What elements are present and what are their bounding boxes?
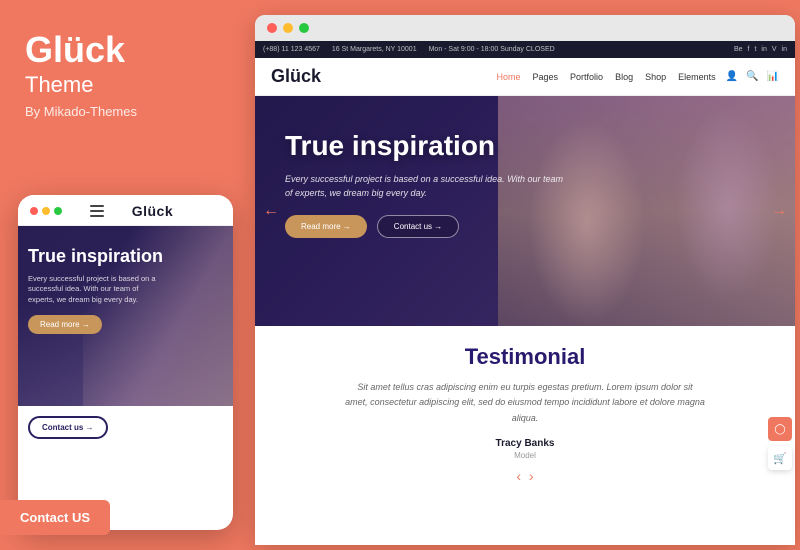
brand-name: Glück <box>25 30 220 70</box>
nav-link-portfolio[interactable]: Portfolio <box>570 72 603 82</box>
social-vimeo[interactable]: V <box>772 46 777 53</box>
hero-buttons: Read more → Contact us → <box>285 215 565 238</box>
testimonial-text: Sit amet tellus cras adipiscing enim eu … <box>345 380 705 426</box>
browser-info-bar: (+88) 11 123 4567 16 St Margarets, NY 10… <box>255 41 795 58</box>
mobile-dot-yellow <box>42 207 50 215</box>
browser-bar-info: (+88) 11 123 4567 16 St Margarets, NY 10… <box>263 46 555 53</box>
mobile-hero-desc: Every successful project is based on a s… <box>28 274 158 306</box>
social-behance[interactable]: Be <box>734 46 743 53</box>
testimonial-section: Testimonial Sit amet tellus cras adipisc… <box>255 326 795 499</box>
nav-link-elements[interactable]: Elements <box>678 72 716 82</box>
address-info: 16 St Margarets, NY 10001 <box>332 46 417 53</box>
nav-link-blog[interactable]: Blog <box>615 72 633 82</box>
hours-info: Mon - Sat 9:00 - 18:00 Sunday CLOSED <box>429 46 555 53</box>
desktop-mockup: (+88) 11 123 4567 16 St Margarets, NY 10… <box>255 15 795 545</box>
social-instagram[interactable]: in <box>761 46 766 53</box>
mobile-logo: Glück <box>132 203 173 219</box>
testimonial-prev-arrow[interactable]: ‹ <box>516 468 521 484</box>
testimonial-nav: ‹ › <box>285 468 765 484</box>
hero-section: True inspiration Every successful projec… <box>255 96 795 326</box>
hero-next-arrow[interactable]: → <box>771 202 787 220</box>
contactus-button[interactable]: Contact us → <box>377 215 459 238</box>
mobile-hero-section: True inspiration Every successful projec… <box>18 226 233 406</box>
readmore-button[interactable]: Read more → <box>285 215 367 238</box>
mobile-contactus-button[interactable]: Contact us → <box>28 416 108 439</box>
nav-link-home[interactable]: Home <box>496 72 520 82</box>
win-dot-red[interactable] <box>267 23 277 33</box>
side-icon-cart[interactable]: 🛒 <box>768 446 792 470</box>
win-dot-green[interactable] <box>299 23 309 33</box>
nav-link-pages[interactable]: Pages <box>533 72 559 82</box>
phone-info: (+88) 11 123 4567 <box>263 46 320 53</box>
side-icon-notification[interactable]: ◯ <box>768 417 792 441</box>
nav-links: Home Pages Portfolio Blog Shop Elements <box>496 72 715 82</box>
nav-audio-icon[interactable]: 📊 <box>767 71 779 82</box>
nav-user-icon[interactable]: 👤 <box>726 71 738 82</box>
mobile-dot-red <box>30 207 38 215</box>
mobile-readmore-button[interactable]: Read more → <box>28 315 102 334</box>
mobile-hero-title: True inspiration <box>28 246 163 268</box>
mobile-top-bar: Glück <box>18 195 233 226</box>
testimonial-title: Testimonial <box>285 344 765 370</box>
social-facebook[interactable]: f <box>748 46 750 53</box>
win-dot-yellow[interactable] <box>283 23 293 33</box>
mobile-bottom-content: Contact us → <box>18 406 233 449</box>
brand-author: By Mikado-Themes <box>25 104 220 119</box>
hero-title: True inspiration <box>285 131 565 162</box>
nav-link-shop[interactable]: Shop <box>645 72 666 82</box>
hero-prev-arrow[interactable]: ← <box>263 202 279 220</box>
nav-search-icon[interactable]: 🔍 <box>746 71 758 82</box>
mobile-hero-content: True inspiration Every successful projec… <box>28 246 163 334</box>
mobile-mockup: Glück True inspiration Every successful … <box>18 195 233 530</box>
hamburger-icon[interactable] <box>90 205 104 217</box>
navigation-bar: Glück Home Pages Portfolio Blog Shop Ele… <box>255 58 795 96</box>
window-chrome <box>255 15 795 41</box>
brand-subtitle: Theme <box>25 72 220 98</box>
testimonial-role: Model <box>285 451 765 460</box>
hero-description: Every successful project is based on a s… <box>285 172 565 201</box>
contact-us-label[interactable]: Contact US <box>0 500 110 535</box>
nav-logo: Glück <box>271 66 321 87</box>
social-linkedin[interactable]: in <box>782 46 787 53</box>
mobile-dot-green <box>54 207 62 215</box>
testimonial-next-arrow[interactable]: › <box>529 468 534 484</box>
social-twitter[interactable]: t <box>754 46 756 53</box>
mobile-window-dots <box>30 207 62 215</box>
social-icons: Be f t in V in <box>734 46 787 53</box>
testimonial-author: Tracy Banks <box>285 438 765 449</box>
nav-icons: 👤 🔍 📊 <box>726 71 779 82</box>
hero-content: True inspiration Every successful projec… <box>285 131 565 238</box>
